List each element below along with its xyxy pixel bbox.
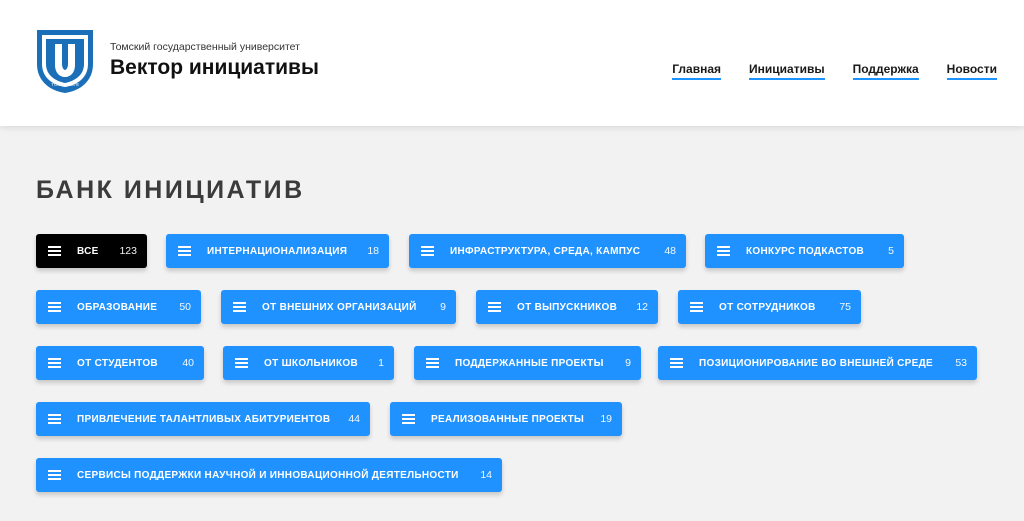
- list-icon: [48, 358, 61, 368]
- category-filter-internationalization[interactable]: ИНТЕРНАЦИОНАЛИЗАЦИЯ 18: [166, 234, 389, 268]
- list-icon: [717, 246, 730, 256]
- category-label: ОТ ВЫПУСКНИКОВ: [517, 301, 618, 313]
- brand-subtitle: Томский государственный университет: [110, 41, 300, 53]
- category-filter-alumni[interactable]: ОТ ВЫПУСКНИКОВ 12: [476, 290, 658, 324]
- category-label: ОТ СОТРУДНИКОВ: [719, 301, 816, 313]
- category-count: 9: [625, 357, 631, 369]
- category-filter-external-orgs[interactable]: ОТ ВНЕШНИХ ОРГАНИЗАЦИЙ 9: [221, 290, 456, 324]
- category-filter-students[interactable]: ОТ СТУДЕНТОВ 40: [36, 346, 204, 380]
- category-label: СЕРВИСЫ ПОДДЕРЖКИ НАУЧНОЙ И ИННОВАЦИОННО…: [77, 469, 459, 481]
- category-filter-external-positioning[interactable]: ПОЗИЦИОНИРОВАНИЕ ВО ВНЕШНЕЙ СРЕДЕ 53: [658, 346, 977, 380]
- university-logo[interactable]: ТОМСК·1878: [35, 28, 95, 94]
- category-filter-schoolchildren[interactable]: ОТ ШКОЛЬНИКОВ 1: [223, 346, 394, 380]
- category-count: 19: [600, 413, 612, 425]
- category-filter-infrastructure[interactable]: ИНФРАСТРУКТУРА, СРЕДА, КАМПУС 48: [409, 234, 686, 268]
- brand-title[interactable]: Вектор инициативы: [110, 56, 319, 80]
- category-label: ОТ ВНЕШНИХ ОРГАНИЗАЦИЙ: [262, 301, 417, 313]
- category-label: ИНТЕРНАЦИОНАЛИЗАЦИЯ: [207, 245, 348, 257]
- category-filter-supported-projects[interactable]: ПОДДЕРЖАННЫЕ ПРОЕКТЫ 9: [414, 346, 641, 380]
- list-icon: [690, 302, 703, 312]
- list-icon: [426, 358, 439, 368]
- site-header: ТОМСК·1878 Томский государственный униве…: [0, 0, 1024, 126]
- main-nav: Главная Инициативы Поддержка Новости: [672, 62, 997, 80]
- category-label: ИНФРАСТРУКТУРА, СРЕДА, КАМПУС: [450, 245, 641, 257]
- list-icon: [402, 414, 415, 424]
- category-label: КОНКУРС ПОДКАСТОВ: [746, 245, 865, 257]
- logo-caption: ТОМСК·1878: [51, 82, 79, 87]
- category-count: 48: [664, 245, 676, 257]
- nav-link-initiatives[interactable]: Инициативы: [749, 62, 825, 80]
- category-count: 123: [119, 245, 137, 257]
- category-filter-all[interactable]: ВСЕ 123: [36, 234, 147, 268]
- list-icon: [48, 302, 61, 312]
- list-icon: [48, 414, 61, 424]
- category-count: 75: [839, 301, 851, 313]
- category-count: 12: [636, 301, 648, 313]
- page-title: БАНК ИНИЦИАТИВ: [36, 176, 305, 204]
- category-label: ВСЕ: [77, 245, 99, 257]
- category-count: 5: [888, 245, 894, 257]
- category-filter-list: ВСЕ 123 ИНТЕРНАЦИОНАЛИЗАЦИЯ 18 ИНФРАСТРУ…: [36, 234, 996, 514]
- category-count: 9: [440, 301, 446, 313]
- category-label: ПРИВЛЕЧЕНИЕ ТАЛАНТЛИВЫХ АБИТУРИЕНТОВ: [77, 413, 331, 425]
- category-count: 18: [367, 245, 379, 257]
- category-count: 40: [182, 357, 194, 369]
- list-icon: [421, 246, 434, 256]
- list-icon: [488, 302, 501, 312]
- list-icon: [48, 470, 61, 480]
- category-label: ПОЗИЦИОНИРОВАНИЕ ВО ВНЕШНЕЙ СРЕДЕ: [699, 357, 934, 369]
- list-icon: [48, 246, 61, 256]
- category-filter-staff[interactable]: ОТ СОТРУДНИКОВ 75: [678, 290, 861, 324]
- category-count: 53: [955, 357, 967, 369]
- category-count: 44: [348, 413, 360, 425]
- category-filter-talented-applicants[interactable]: ПРИВЛЕЧЕНИЕ ТАЛАНТЛИВЫХ АБИТУРИЕНТОВ 44: [36, 402, 370, 436]
- category-label: ПОДДЕРЖАННЫЕ ПРОЕКТЫ: [455, 357, 604, 369]
- category-count: 14: [480, 469, 492, 481]
- category-label: ОТ ШКОЛЬНИКОВ: [264, 357, 358, 369]
- list-icon: [233, 302, 246, 312]
- list-icon: [670, 358, 683, 368]
- nav-link-home[interactable]: Главная: [672, 62, 722, 80]
- category-filter-education[interactable]: ОБРАЗОВАНИЕ 50: [36, 290, 201, 324]
- category-filter-podcast-contest[interactable]: КОНКУРС ПОДКАСТОВ 5: [705, 234, 904, 268]
- category-count: 1: [378, 357, 384, 369]
- category-label: ОБРАЗОВАНИЕ: [77, 301, 158, 313]
- list-icon: [235, 358, 248, 368]
- category-label: ОТ СТУДЕНТОВ: [77, 357, 158, 369]
- category-filter-implemented-projects[interactable]: РЕАЛИЗОВАННЫЕ ПРОЕКТЫ 19: [390, 402, 622, 436]
- list-icon: [178, 246, 191, 256]
- nav-link-news[interactable]: Новости: [946, 62, 997, 80]
- category-filter-research-services[interactable]: СЕРВИСЫ ПОДДЕРЖКИ НАУЧНОЙ И ИННОВАЦИОННО…: [36, 458, 502, 492]
- category-count: 50: [179, 301, 191, 313]
- category-label: РЕАЛИЗОВАННЫЕ ПРОЕКТЫ: [431, 413, 585, 425]
- nav-link-support[interactable]: Поддержка: [852, 62, 919, 80]
